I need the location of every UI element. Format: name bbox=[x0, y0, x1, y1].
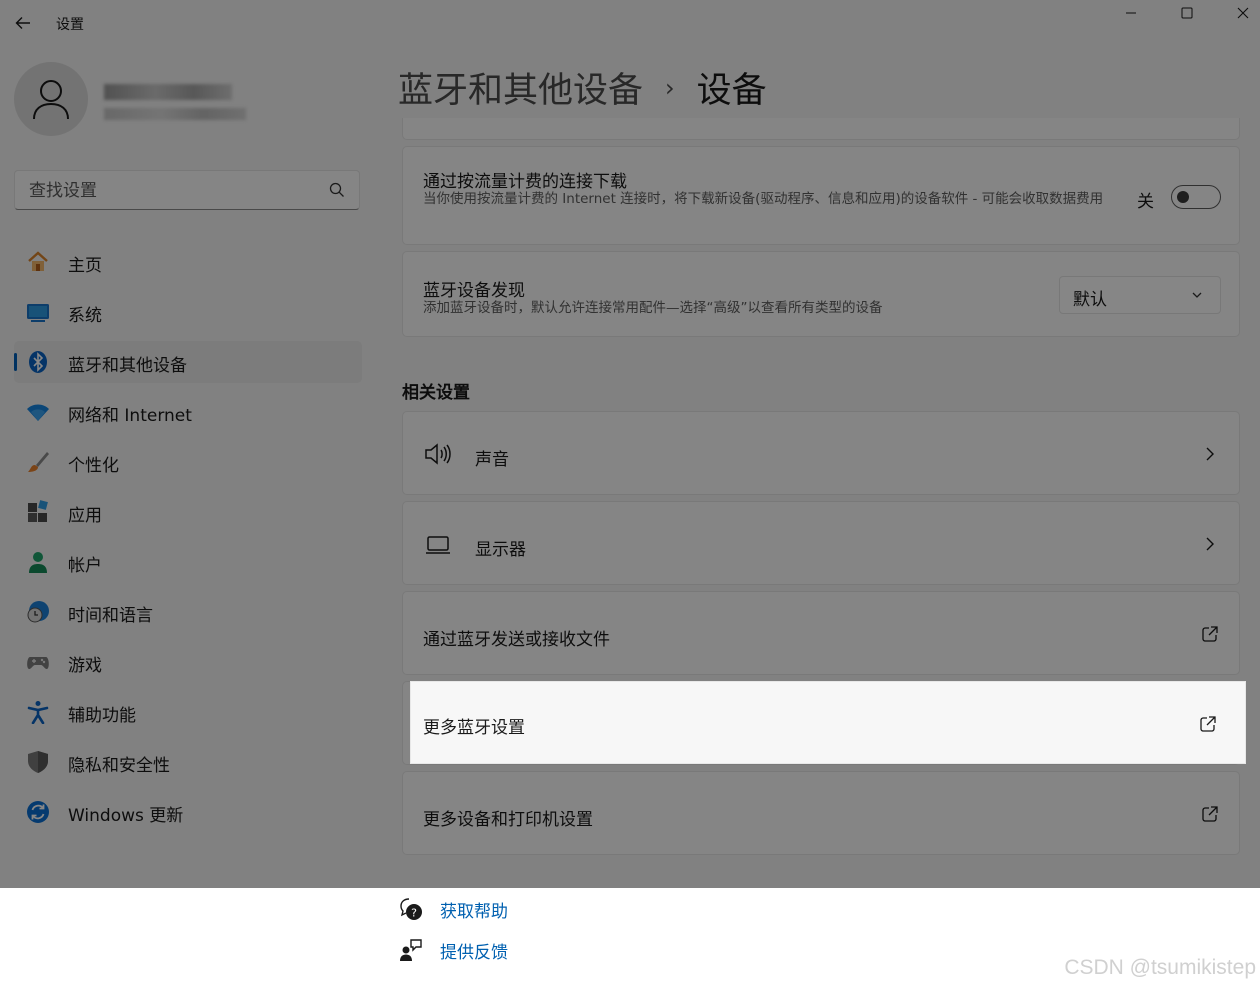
sidebar-item-label: 时间和语言 bbox=[68, 606, 153, 626]
update-icon bbox=[26, 800, 50, 824]
sidebar-item-gaming[interactable]: 游戏 bbox=[14, 641, 362, 683]
select-value: 默认 bbox=[1073, 290, 1107, 310]
brush-icon bbox=[26, 450, 50, 474]
sidebar-item-bluetooth[interactable]: 蓝牙和其他设备 bbox=[14, 341, 362, 383]
related-item-more-bluetooth-settings[interactable]: 更多蓝牙设置 bbox=[410, 681, 1246, 764]
user-email-blurred bbox=[104, 108, 246, 120]
feedback-icon bbox=[398, 937, 424, 963]
external-link-icon bbox=[1199, 803, 1221, 825]
related-item-display[interactable]: 显示器 bbox=[402, 501, 1240, 585]
close-button[interactable] bbox=[1215, 0, 1260, 26]
related-item-label: 显示器 bbox=[475, 540, 526, 560]
sidebar-item-label: 游戏 bbox=[68, 656, 102, 676]
toggle-knob bbox=[1177, 191, 1189, 203]
search-input[interactable] bbox=[27, 171, 321, 211]
maximize-icon bbox=[1181, 7, 1193, 19]
page-title: 设备 bbox=[696, 71, 767, 111]
feedback-link[interactable]: 提供反馈 bbox=[398, 937, 508, 963]
sidebar-item-label: 隐私和安全性 bbox=[68, 756, 170, 776]
system-icon bbox=[26, 300, 50, 324]
feedback-label: 提供反馈 bbox=[440, 942, 508, 963]
apps-icon bbox=[26, 500, 50, 524]
shield-icon bbox=[26, 750, 50, 774]
sidebar-item-personalization[interactable]: 个性化 bbox=[14, 441, 362, 483]
breadcrumb: 蓝牙和其他设备 › 设备 bbox=[398, 62, 767, 113]
related-item-label: 更多设备和打印机设置 bbox=[423, 810, 593, 830]
get-help-label: 获取帮助 bbox=[440, 901, 508, 922]
wifi-icon bbox=[26, 400, 50, 424]
sidebar-item-label: 主页 bbox=[68, 256, 102, 276]
sidebar-item-apps[interactable]: 应用 bbox=[14, 491, 362, 533]
bluetooth-discovery-select[interactable]: 默认 bbox=[1059, 276, 1221, 314]
external-link-icon bbox=[1197, 713, 1219, 735]
related-item-label: 声音 bbox=[475, 450, 509, 470]
sidebar-item-system[interactable]: 系统 bbox=[14, 291, 362, 333]
metered-download-toggle[interactable] bbox=[1171, 185, 1221, 209]
clock-globe-icon bbox=[26, 600, 50, 624]
minimize-button[interactable] bbox=[1103, 0, 1159, 26]
related-item-devices-printers[interactable]: 更多设备和打印机设置 bbox=[402, 771, 1240, 855]
user-name-blurred bbox=[104, 84, 232, 100]
chevron-down-icon bbox=[1190, 287, 1204, 306]
chevron-right-icon bbox=[1199, 533, 1221, 555]
account-icon bbox=[26, 550, 50, 574]
close-icon bbox=[1237, 7, 1249, 19]
metered-download-card: 通过按流量计费的连接下载 当你使用按流量计费的 Internet 连接时，将下载… bbox=[402, 146, 1240, 245]
bluetooth-icon bbox=[26, 350, 50, 374]
laptop-icon bbox=[423, 530, 453, 560]
avatar[interactable] bbox=[14, 62, 88, 136]
breadcrumb-separator: › bbox=[665, 73, 675, 102]
metered-download-description: 当你使用按流量计费的 Internet 连接时，将下载新设备(驱动程序、信息和应… bbox=[423, 191, 1104, 207]
watermark-text: CSDN @tsumikistep bbox=[1064, 956, 1256, 979]
home-icon bbox=[26, 250, 50, 274]
breadcrumb-parent[interactable]: 蓝牙和其他设备 bbox=[398, 62, 643, 113]
user-icon bbox=[33, 80, 69, 120]
gamepad-icon bbox=[26, 650, 50, 674]
related-item-label: 更多蓝牙设置 bbox=[423, 718, 525, 738]
title-bar: 设置 bbox=[0, 0, 1260, 46]
sidebar-item-label: 系统 bbox=[68, 306, 102, 326]
sidebar-item-label: 网络和 Internet bbox=[68, 406, 192, 426]
maximize-button[interactable] bbox=[1159, 0, 1215, 26]
svg-text:?: ? bbox=[411, 907, 417, 920]
sidebar-item-label: 辅助功能 bbox=[68, 706, 136, 726]
related-item-bluetooth-file-transfer[interactable]: 通过蓝牙发送或接收文件 bbox=[402, 591, 1240, 675]
chevron-right-icon bbox=[1199, 443, 1221, 465]
related-item-label: 通过蓝牙发送或接收文件 bbox=[423, 630, 610, 650]
speaker-icon bbox=[423, 439, 453, 469]
back-arrow-icon bbox=[15, 17, 30, 29]
back-button[interactable] bbox=[12, 12, 34, 34]
sidebar-item-accessibility[interactable]: 辅助功能 bbox=[14, 691, 362, 733]
previous-setting-card bbox=[402, 118, 1240, 140]
related-item-sound[interactable]: 声音 bbox=[402, 411, 1240, 495]
sidebar-item-label: 个性化 bbox=[68, 456, 119, 476]
get-help-link[interactable]: ? 获取帮助 bbox=[398, 896, 508, 922]
sidebar-item-accounts[interactable]: 帐户 bbox=[14, 541, 362, 583]
sidebar-item-label: 帐户 bbox=[68, 556, 102, 576]
sidebar-item-home[interactable]: 主页 bbox=[14, 241, 362, 283]
sidebar-item-label: 应用 bbox=[68, 506, 102, 526]
related-settings-heading: 相关设置 bbox=[402, 383, 470, 403]
active-indicator bbox=[14, 353, 17, 371]
sidebar-item-windows-update[interactable]: Windows 更新 bbox=[14, 791, 362, 833]
bluetooth-discovery-description: 添加蓝牙设备时，默认允许连接常用配件—选择“高级”以查看所有类型的设备 bbox=[423, 300, 883, 316]
sidebar-item-time-language[interactable]: 时间和语言 bbox=[14, 591, 362, 633]
external-link-icon bbox=[1199, 623, 1221, 645]
toggle-state-label: 关 bbox=[1137, 192, 1154, 212]
app-title: 设置 bbox=[56, 17, 84, 33]
accessibility-icon bbox=[26, 700, 50, 724]
search-icon[interactable] bbox=[329, 182, 345, 202]
sidebar-item-label: Windows 更新 bbox=[68, 806, 184, 826]
bluetooth-discovery-card: 蓝牙设备发现 添加蓝牙设备时，默认允许连接常用配件—选择“高级”以查看所有类型的… bbox=[402, 251, 1240, 337]
help-chat-icon: ? bbox=[398, 896, 424, 922]
search-box bbox=[14, 170, 360, 211]
minimize-icon bbox=[1126, 12, 1136, 14]
sidebar-item-privacy[interactable]: 隐私和安全性 bbox=[14, 741, 362, 783]
sidebar-item-network[interactable]: 网络和 Internet bbox=[14, 391, 362, 433]
sidebar-item-label: 蓝牙和其他设备 bbox=[68, 356, 187, 376]
